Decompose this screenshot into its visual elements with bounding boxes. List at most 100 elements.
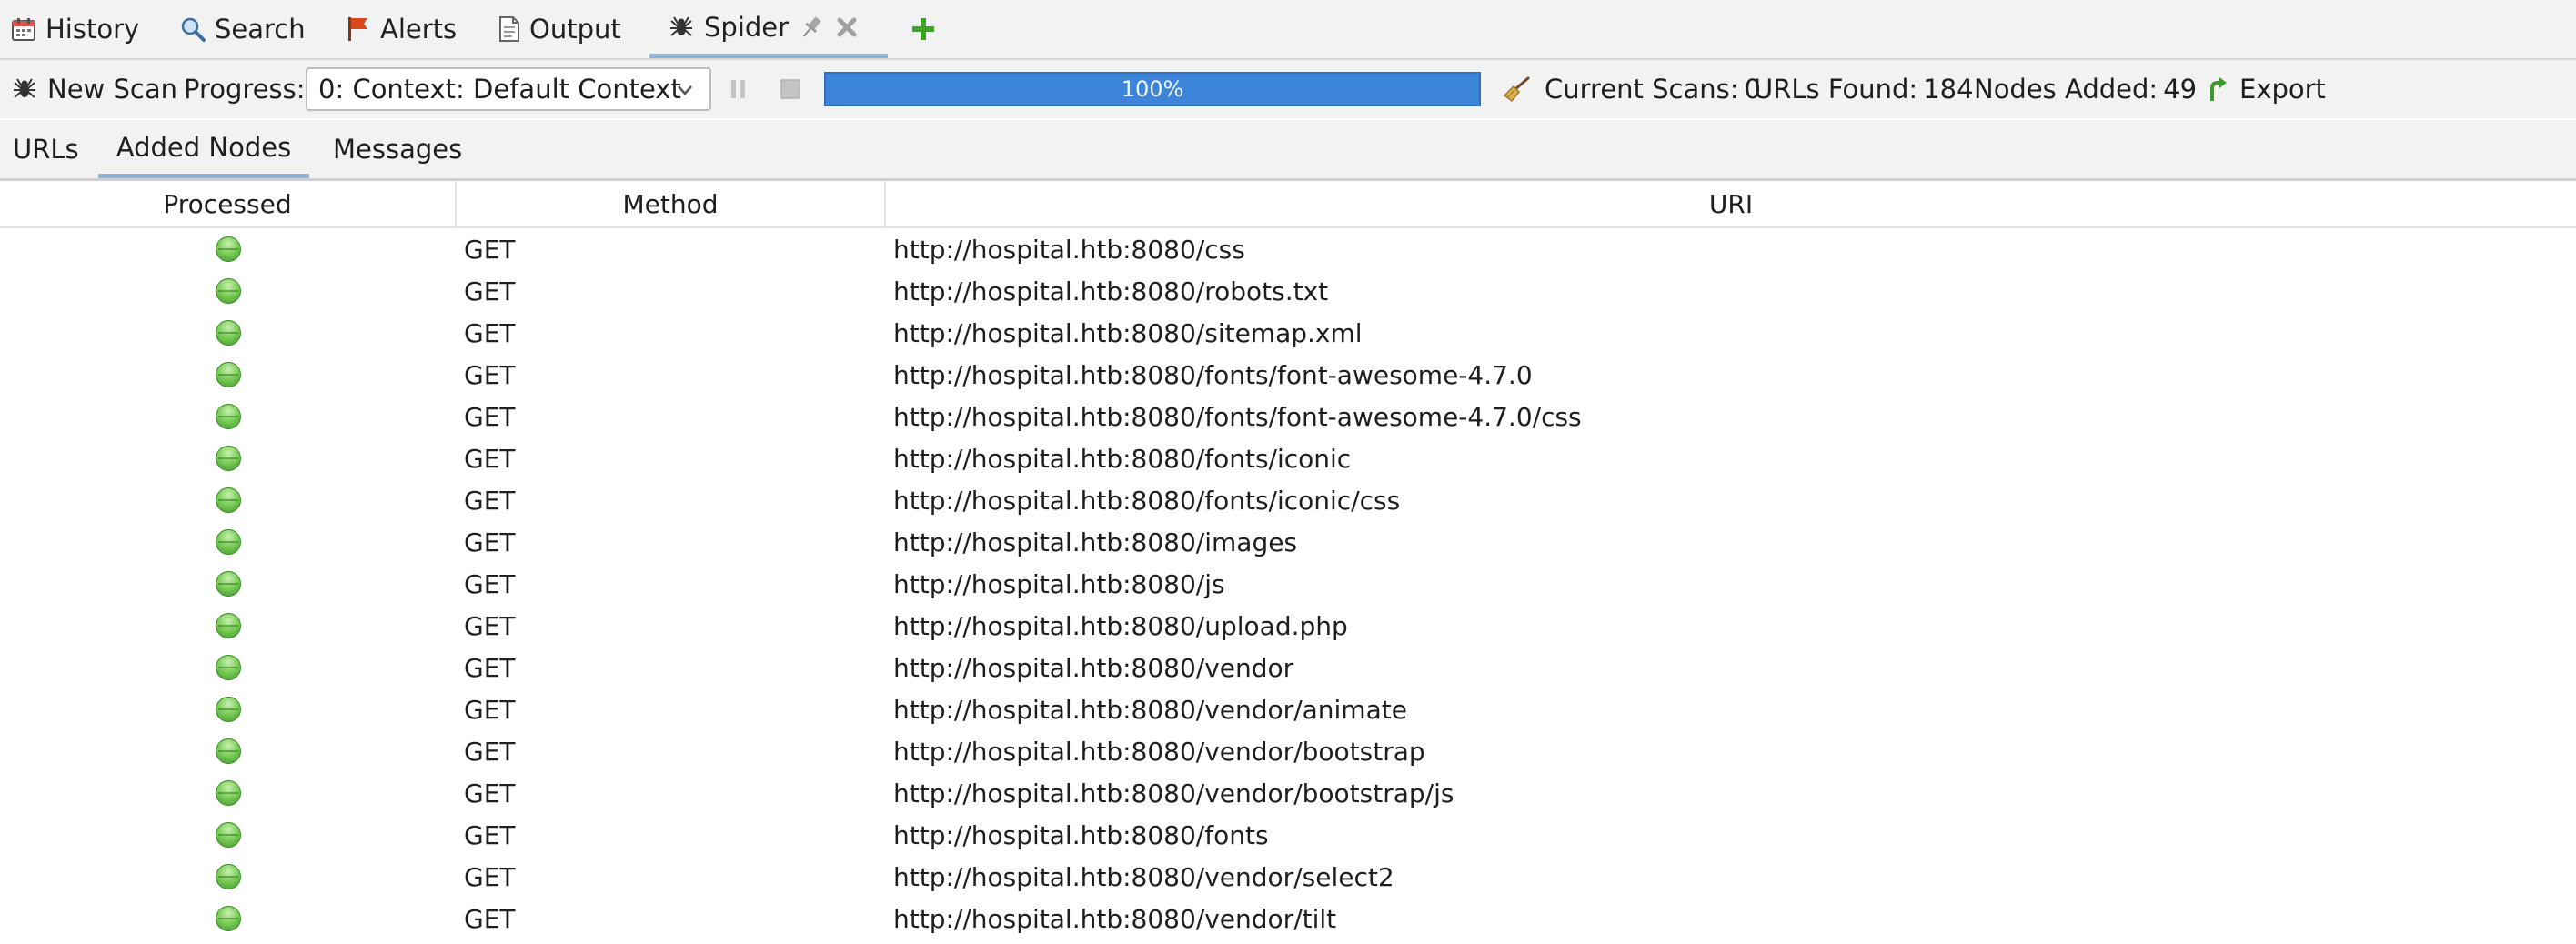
table-row[interactable]: GET http://hospital.htb:8080/vendor (0, 647, 2576, 688)
table-row[interactable]: GET http://hospital.htb:8080/js (0, 563, 2576, 605)
tab-output[interactable]: Output (498, 0, 621, 58)
plus-icon (910, 15, 937, 43)
uri-cell: http://hospital.htb:8080/sitemap.xml (893, 317, 1363, 348)
table-row[interactable]: GET http://hospital.htb:8080/vendor/anima… (0, 688, 2576, 730)
processed-status-icon (216, 738, 241, 764)
processed-cell (0, 396, 457, 437)
new-scan-button[interactable]: New Scan (11, 60, 177, 118)
table-row[interactable]: GET http://hospital.htb:8080/vendor/tilt (0, 898, 2576, 939)
processed-cell (0, 898, 457, 939)
uri-cell: http://hospital.htb:8080/fonts/iconic (893, 443, 1352, 474)
new-scan-label: New Scan (47, 74, 177, 105)
add-tab-button[interactable] (910, 0, 937, 58)
table-row[interactable]: GET http://hospital.htb:8080/upload.php (0, 605, 2576, 647)
tab-alerts[interactable]: Alerts (346, 0, 457, 58)
table-row[interactable]: GET http://hospital.htb:8080/vendor/boots… (0, 730, 2576, 772)
method-cell: GET (464, 652, 516, 683)
table-row[interactable]: GET http://hospital.htb:8080/fonts/iconic… (0, 479, 2576, 521)
close-icon[interactable] (834, 15, 860, 40)
chevron-down-icon (673, 78, 697, 102)
processed-status-icon (216, 613, 241, 638)
table-row[interactable]: GET http://hospital.htb:8080/fonts (0, 814, 2576, 856)
uri-cell: http://hospital.htb:8080/robots.txt (893, 276, 1329, 306)
uri-cell: http://hospital.htb:8080/vendor (893, 652, 1294, 683)
table-row[interactable]: GET http://hospital.htb:8080/vendor/boots… (0, 772, 2576, 814)
stop-button[interactable] (779, 60, 802, 118)
processed-cell (0, 437, 457, 479)
nodes-added-value: 49 (2163, 74, 2198, 105)
uri-cell: http://hospital.htb:8080/vendor/bootstra… (893, 778, 1454, 808)
export-label: Export (2239, 74, 2326, 105)
tab-history-label: History (45, 14, 140, 45)
table-row[interactable]: GET http://hospital.htb:8080/fonts/font-a… (0, 354, 2576, 396)
tab-alerts-label: Alerts (380, 14, 458, 45)
stop-icon (779, 77, 802, 101)
table-header: Processed Method URI (0, 181, 2576, 228)
processed-cell (0, 228, 457, 270)
tab-messages[interactable]: Messages (333, 120, 462, 178)
processed-status-icon (216, 278, 241, 304)
processed-status-icon (216, 487, 241, 513)
method-cell: GET (464, 736, 516, 767)
method-cell: GET (464, 819, 516, 850)
pause-icon (728, 77, 750, 101)
processed-cell (0, 605, 457, 647)
urls-found-label: URLs Found: (1754, 74, 1918, 105)
tab-spider[interactable]: Spider (649, 0, 888, 58)
pin-icon[interactable] (798, 14, 825, 41)
processed-status-icon (216, 571, 241, 597)
table-row[interactable]: GET http://hospital.htb:8080/sitemap.xml (0, 312, 2576, 354)
method-cell: GET (464, 234, 516, 265)
column-header-uri[interactable]: URI (886, 181, 2576, 226)
processed-status-icon (216, 780, 241, 806)
export-arrow-icon (2207, 75, 2230, 103)
column-header-processed[interactable]: Processed (0, 181, 457, 226)
uri-cell: http://hospital.htb:8080/js (893, 568, 1225, 599)
spider-results-tabs: URLs Added Nodes Messages (0, 120, 2576, 181)
current-scans-status: Current Scans: 0 (1545, 60, 1761, 118)
uri-cell: http://hospital.htb:8080/vendor/tilt (893, 903, 1337, 934)
export-button[interactable]: Export (2207, 60, 2326, 118)
processed-cell (0, 730, 457, 772)
uri-cell: http://hospital.htb:8080/fonts/font-awes… (893, 401, 1582, 432)
tab-added-nodes[interactable]: Added Nodes (98, 120, 309, 178)
method-cell: GET (464, 861, 516, 892)
processed-status-icon (216, 446, 241, 471)
table-row[interactable]: GET http://hospital.htb:8080/images (0, 521, 2576, 563)
tab-output-label: Output (529, 14, 621, 45)
processed-status-icon (216, 529, 241, 555)
method-cell: GET (464, 568, 516, 599)
uri-cell: http://hospital.htb:8080/vendor/select2 (893, 861, 1394, 892)
urls-found-status: URLs Found: 184 (1754, 60, 1974, 118)
processed-cell (0, 772, 457, 814)
method-cell: GET (464, 443, 516, 474)
table-row[interactable]: GET http://hospital.htb:8080/fonts/iconic (0, 437, 2576, 479)
uri-cell: http://hospital.htb:8080/fonts/iconic/cs… (893, 485, 1401, 516)
flag-icon (346, 15, 371, 43)
uri-cell: http://hospital.htb:8080/images (893, 527, 1298, 557)
urls-found-value: 184 (1923, 74, 1974, 105)
spider-toolbar: New Scan Progress: 0: Context: Default C… (0, 60, 2576, 118)
tab-urls[interactable]: URLs (13, 120, 79, 178)
tab-history[interactable]: History (11, 0, 139, 58)
context-select[interactable]: 0: Context: Default Context (306, 67, 711, 111)
tab-search[interactable]: Search (180, 0, 306, 58)
scan-progress-bar: 100% (824, 72, 1481, 106)
pause-button[interactable] (728, 60, 750, 118)
uri-cell: http://hospital.htb:8080/fonts/font-awes… (893, 359, 1533, 390)
method-cell: GET (464, 610, 516, 641)
processed-status-icon (216, 362, 241, 387)
clean-scans-button[interactable] (1501, 60, 1532, 118)
method-cell: GET (464, 903, 516, 934)
table-row[interactable]: GET http://hospital.htb:8080/robots.txt (0, 270, 2576, 312)
tab-search-label: Search (215, 14, 306, 45)
table-row[interactable]: GET http://hospital.htb:8080/css (0, 228, 2576, 270)
method-cell: GET (464, 778, 516, 808)
processed-status-icon (216, 404, 241, 429)
processed-cell (0, 688, 457, 730)
current-scans-label: Current Scans: (1545, 74, 1739, 105)
table-row[interactable]: GET http://hospital.htb:8080/vendor/selec… (0, 856, 2576, 898)
processed-cell (0, 521, 457, 563)
column-header-method[interactable]: Method (457, 181, 886, 226)
table-row[interactable]: GET http://hospital.htb:8080/fonts/font-a… (0, 396, 2576, 437)
